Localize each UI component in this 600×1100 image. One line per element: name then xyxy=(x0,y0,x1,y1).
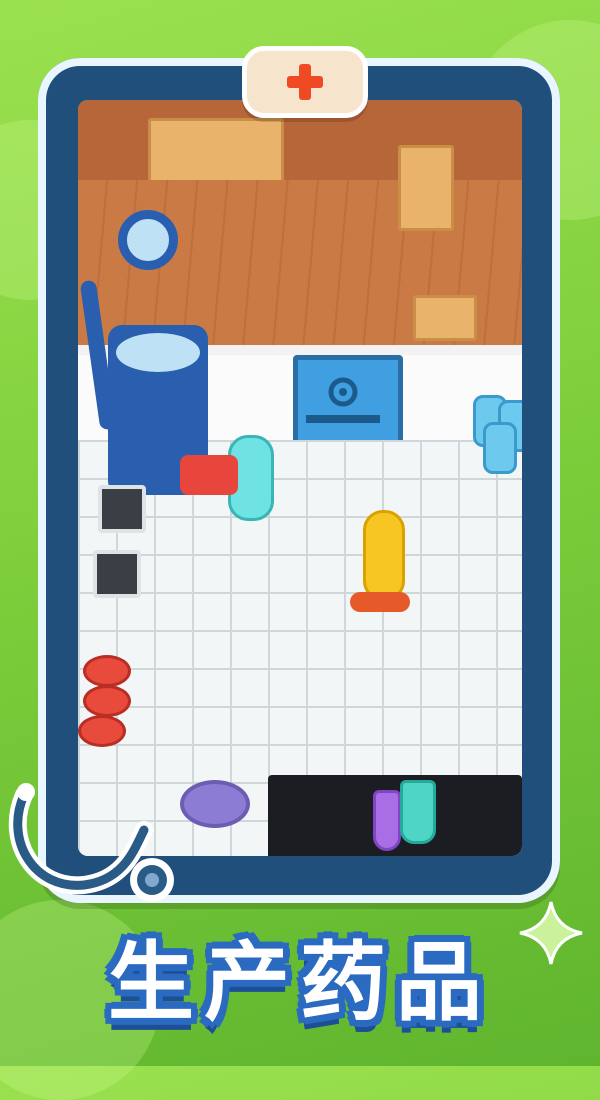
recycle-bin[interactable] xyxy=(98,485,146,533)
biohazard-door[interactable] xyxy=(293,355,403,450)
stool xyxy=(180,780,250,828)
medicine-canister xyxy=(83,655,131,687)
medicine-canister xyxy=(78,715,126,747)
hoverboard xyxy=(350,592,410,612)
medical-badge xyxy=(242,46,368,118)
cardboard-box xyxy=(413,295,477,341)
stethoscope-icon xyxy=(8,783,174,902)
banner-title: 生产药品 xyxy=(108,933,492,1033)
sparkle-icon xyxy=(519,901,583,965)
cardboard-box xyxy=(398,145,454,231)
back-shelf xyxy=(148,118,284,184)
biohazard-icon xyxy=(306,377,380,423)
game-scene xyxy=(78,100,522,856)
purple-flask xyxy=(373,790,401,851)
supply-cart[interactable] xyxy=(180,455,238,495)
red-cross-icon xyxy=(287,64,323,100)
teal-flask xyxy=(400,780,436,844)
player-character[interactable] xyxy=(363,510,405,601)
machine-vat xyxy=(108,325,208,380)
machine-lamp xyxy=(118,210,178,270)
water-jug xyxy=(483,422,517,474)
trash-bin[interactable] xyxy=(93,550,141,598)
medicine-canister xyxy=(83,685,131,717)
